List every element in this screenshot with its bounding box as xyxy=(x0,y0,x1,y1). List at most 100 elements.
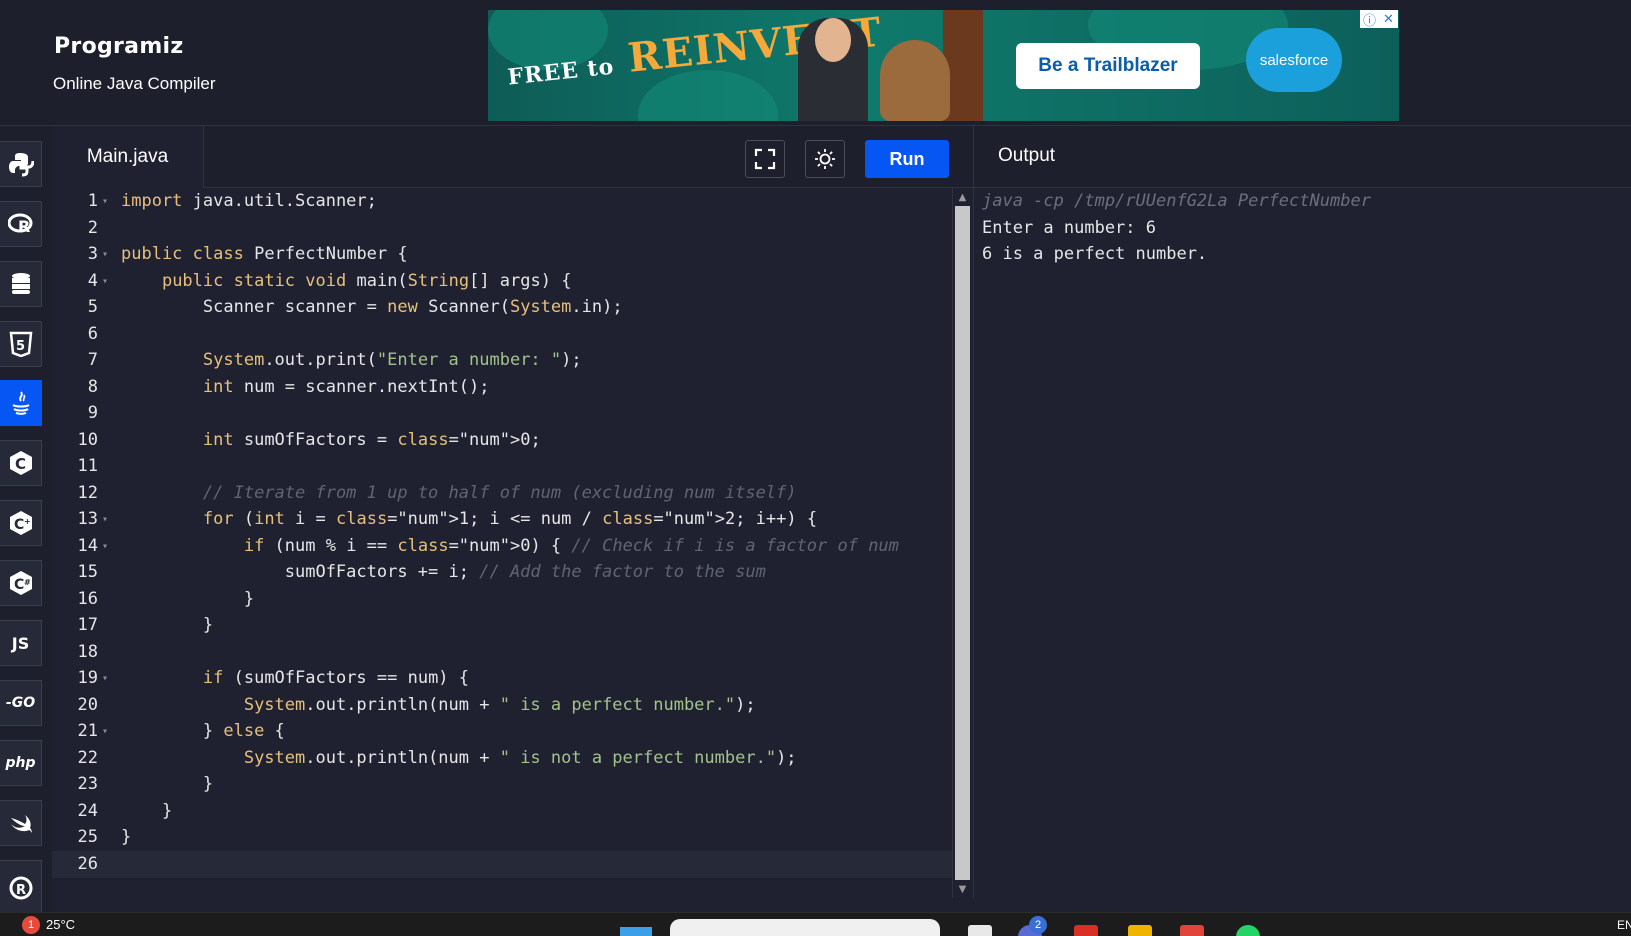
tray-language-indicator[interactable]: EN xyxy=(1617,918,1631,932)
code-text: Scanner scanner = new Scanner(System.in)… xyxy=(121,297,623,317)
lang-java[interactable] xyxy=(0,380,42,426)
output-title: Output xyxy=(998,145,1056,166)
fold-arrow-icon[interactable]: ▾ xyxy=(102,533,108,561)
ad-trailblazer-button[interactable]: Be a Trailblazer xyxy=(1016,43,1200,89)
code-line[interactable]: 17 } xyxy=(52,612,952,640)
line-number: 5 xyxy=(87,297,98,317)
code-line[interactable]: 14 ▾ if (num % i == class="num">0) { // C… xyxy=(52,533,952,561)
windows-start-icon[interactable] xyxy=(620,927,652,936)
lang-php[interactable]: php xyxy=(0,740,42,786)
file-explorer-icon[interactable] xyxy=(1128,925,1152,936)
lang-go[interactable]: -GO xyxy=(0,680,42,726)
advertisement-banner[interactable]: FREE to REINVENT Be a Trailblazer salesf… xyxy=(488,10,1399,121)
code-line[interactable]: 9 xyxy=(52,400,952,428)
code-line[interactable]: 2 xyxy=(52,215,952,243)
code-text: } xyxy=(121,615,214,635)
line-number: 25 xyxy=(77,827,98,847)
weather-alert-badge[interactable]: 1 xyxy=(22,916,40,934)
scroll-thumb[interactable] xyxy=(955,206,970,880)
windows-taskbar: 1 25°C 2 EN xyxy=(0,912,1631,936)
run-button[interactable]: Run xyxy=(865,140,949,178)
code-text: System.out.print("Enter a number: "); xyxy=(202,350,582,370)
code-line[interactable]: 22 System.out.println(num + " is not a p… xyxy=(52,745,952,773)
fold-arrow-icon[interactable]: ▾ xyxy=(102,506,108,534)
fold-arrow-icon[interactable]: ▾ xyxy=(102,268,108,296)
fold-arrow-icon[interactable]: ▾ xyxy=(102,241,108,269)
line-number: 17 xyxy=(77,615,98,635)
line-number: 13 xyxy=(77,509,98,529)
code-line[interactable]: 13 ▾ for (int i = class="num">1; i <= num… xyxy=(52,506,952,534)
code-line[interactable]: 16 } xyxy=(52,586,952,614)
code-text: public static void main(String[] args) { xyxy=(161,270,572,291)
line-number: 4 xyxy=(87,270,98,291)
code-line[interactable]: 3 ▾ public class PerfectNumber { xyxy=(52,241,952,269)
svg-text:C: C xyxy=(14,577,24,593)
ad-person-image xyxy=(798,18,868,121)
fold-arrow-icon[interactable]: ▾ xyxy=(102,188,108,216)
fold-arrow-icon[interactable]: ▾ xyxy=(102,718,108,746)
weather-temperature[interactable]: 25°C xyxy=(46,917,75,932)
line-number: 16 xyxy=(77,588,98,609)
lang-csharp[interactable]: C # xyxy=(0,560,42,606)
lang-html[interactable]: 5 xyxy=(0,321,42,367)
lang-cpp[interactable]: C + xyxy=(0,500,42,546)
fullscreen-button[interactable] xyxy=(745,140,785,178)
code-text: import java.util.Scanner; xyxy=(121,191,377,211)
lang-rust[interactable]: R xyxy=(0,860,42,916)
line-number: 20 xyxy=(77,694,98,715)
line-number: 24 xyxy=(77,800,98,821)
code-line[interactable]: 6 xyxy=(52,321,952,349)
lang-r[interactable]: R xyxy=(0,201,42,247)
code-line[interactable]: 11 xyxy=(52,453,952,481)
code-line[interactable]: 5 Scanner scanner = new Scanner(System.i… xyxy=(52,294,952,322)
code-line[interactable]: 21 ▾ } else { xyxy=(52,718,952,746)
line-number: 6 xyxy=(87,323,98,344)
theme-toggle-button[interactable] xyxy=(805,140,845,178)
fullscreen-icon xyxy=(754,148,776,170)
code-line[interactable]: 18 xyxy=(52,639,952,667)
lang-swift[interactable] xyxy=(0,800,42,846)
output-header: Output xyxy=(973,126,1631,188)
code-line[interactable]: 4 ▾ public static void main(String[] args… xyxy=(52,268,952,296)
ad-close-icon[interactable]: ✕ xyxy=(1379,10,1398,28)
editor-scrollbar[interactable]: ▲ ▼ xyxy=(952,188,971,898)
line-number: 19 xyxy=(77,668,98,688)
line-number: 15 xyxy=(77,562,98,582)
scroll-down-icon[interactable]: ▼ xyxy=(955,882,970,896)
lang-c[interactable]: C xyxy=(0,440,42,486)
c-icon: C xyxy=(9,451,32,475)
code-line[interactable]: 8 int num = scanner.nextInt(); xyxy=(52,374,952,402)
ad-controls: ⓘ ✕ xyxy=(1360,10,1398,29)
code-line[interactable]: 15 sumOfFactors += i; // Add the factor … xyxy=(52,559,952,587)
lang-python[interactable] xyxy=(0,141,42,187)
programiz-logo[interactable]: Programiz xyxy=(54,34,184,59)
taskbar-search-box[interactable] xyxy=(670,919,940,936)
ad-info-icon[interactable]: ⓘ xyxy=(1360,10,1379,29)
output-console[interactable]: java -cp /tmp/rUUenfG2La PerfectNumber E… xyxy=(973,188,1631,898)
code-line[interactable]: 10 int sumOfFactors = class="num">0; xyxy=(52,427,952,455)
scroll-up-icon[interactable]: ▲ xyxy=(955,190,970,204)
chrome-icon[interactable] xyxy=(1180,925,1204,936)
code-line[interactable]: 24 } xyxy=(52,798,952,826)
code-line[interactable]: 25} xyxy=(52,824,952,852)
code-line[interactable]: 23 } xyxy=(52,771,952,799)
gmail-icon[interactable] xyxy=(1074,925,1098,936)
whatsapp-icon[interactable] xyxy=(1236,925,1260,936)
fold-arrow-icon[interactable]: ▾ xyxy=(102,665,108,693)
line-number: 12 xyxy=(77,482,98,503)
line-number: 8 xyxy=(87,376,98,397)
go-icon: -GO xyxy=(5,695,36,711)
lang-sql[interactable] xyxy=(0,261,42,307)
code-line[interactable]: 7 System.out.print("Enter a number: "); xyxy=(52,347,952,375)
code-editor[interactable]: 1 ▾ import java.util.Scanner; 2 3 ▾ public cla… xyxy=(52,188,952,898)
line-number: 26 xyxy=(77,853,98,874)
line-number: 21 xyxy=(77,721,98,741)
file-tab-main-java[interactable]: Main.java xyxy=(52,126,204,188)
code-line[interactable]: 19 ▾ if (sumOfFactors == num) { xyxy=(52,665,952,693)
task-view-icon[interactable] xyxy=(968,925,992,936)
code-line[interactable]: 1 ▾ import java.util.Scanner; xyxy=(52,188,952,216)
code-line[interactable]: 12 // Iterate from 1 up to half of num (… xyxy=(52,480,952,508)
code-line[interactable]: 26 xyxy=(52,850,952,878)
lang-javascript[interactable]: JS xyxy=(0,620,42,666)
code-line[interactable]: 20 System.out.println(num + " is a perfe… xyxy=(52,692,952,720)
